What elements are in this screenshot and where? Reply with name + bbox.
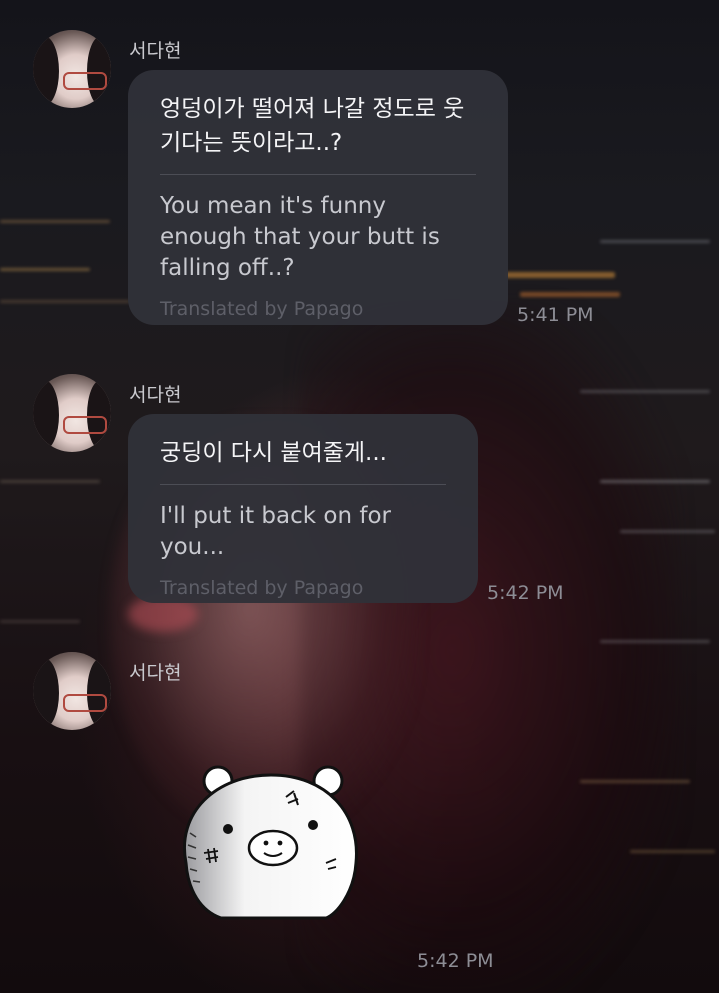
message-bubble[interactable]: 궁딩이 다시 붙여줄게... I'll put it back on for y… [128,414,478,603]
light-streak [620,530,715,533]
translation-credit: Translated by Papago [160,298,364,320]
light-streak [580,390,710,393]
light-streak [0,220,110,223]
light-streak [520,292,620,297]
light-streak [580,780,690,783]
light-streak [630,850,715,853]
translated-text: You mean it's funny enough that your but… [160,193,440,281]
translation-credit: Translated by Papago [160,577,364,599]
divider [160,174,476,175]
avatar[interactable] [33,30,111,108]
divider [160,484,446,485]
light-streak [505,272,615,278]
light-streak [0,480,100,483]
avatar[interactable] [33,652,111,730]
bear-sticker[interactable] [176,763,366,923]
original-text: 궁딩이 다시 붙여줄게... [160,440,387,466]
avatar[interactable] [33,374,111,452]
timestamp: 5:41 PM [517,304,594,326]
sender-name: 서다현 [129,40,182,62]
light-streak [0,620,80,623]
timestamp: 5:42 PM [487,582,564,604]
sender-name: 서다현 [129,662,182,684]
translated-text: I'll put it back on for you... [160,503,391,560]
light-streak [600,240,710,243]
original-text: 엉덩이가 떨어져 나갈 정도로 웃기다는 뜻이라고..? [160,96,465,156]
light-streak [0,300,130,303]
light-streak [0,268,90,271]
light-streak [600,480,710,483]
message-bubble[interactable]: 엉덩이가 떨어져 나갈 정도로 웃기다는 뜻이라고..? You mean it… [128,70,508,325]
sender-name: 서다현 [129,384,182,406]
timestamp: 5:42 PM [417,950,494,972]
light-streak [600,640,710,643]
